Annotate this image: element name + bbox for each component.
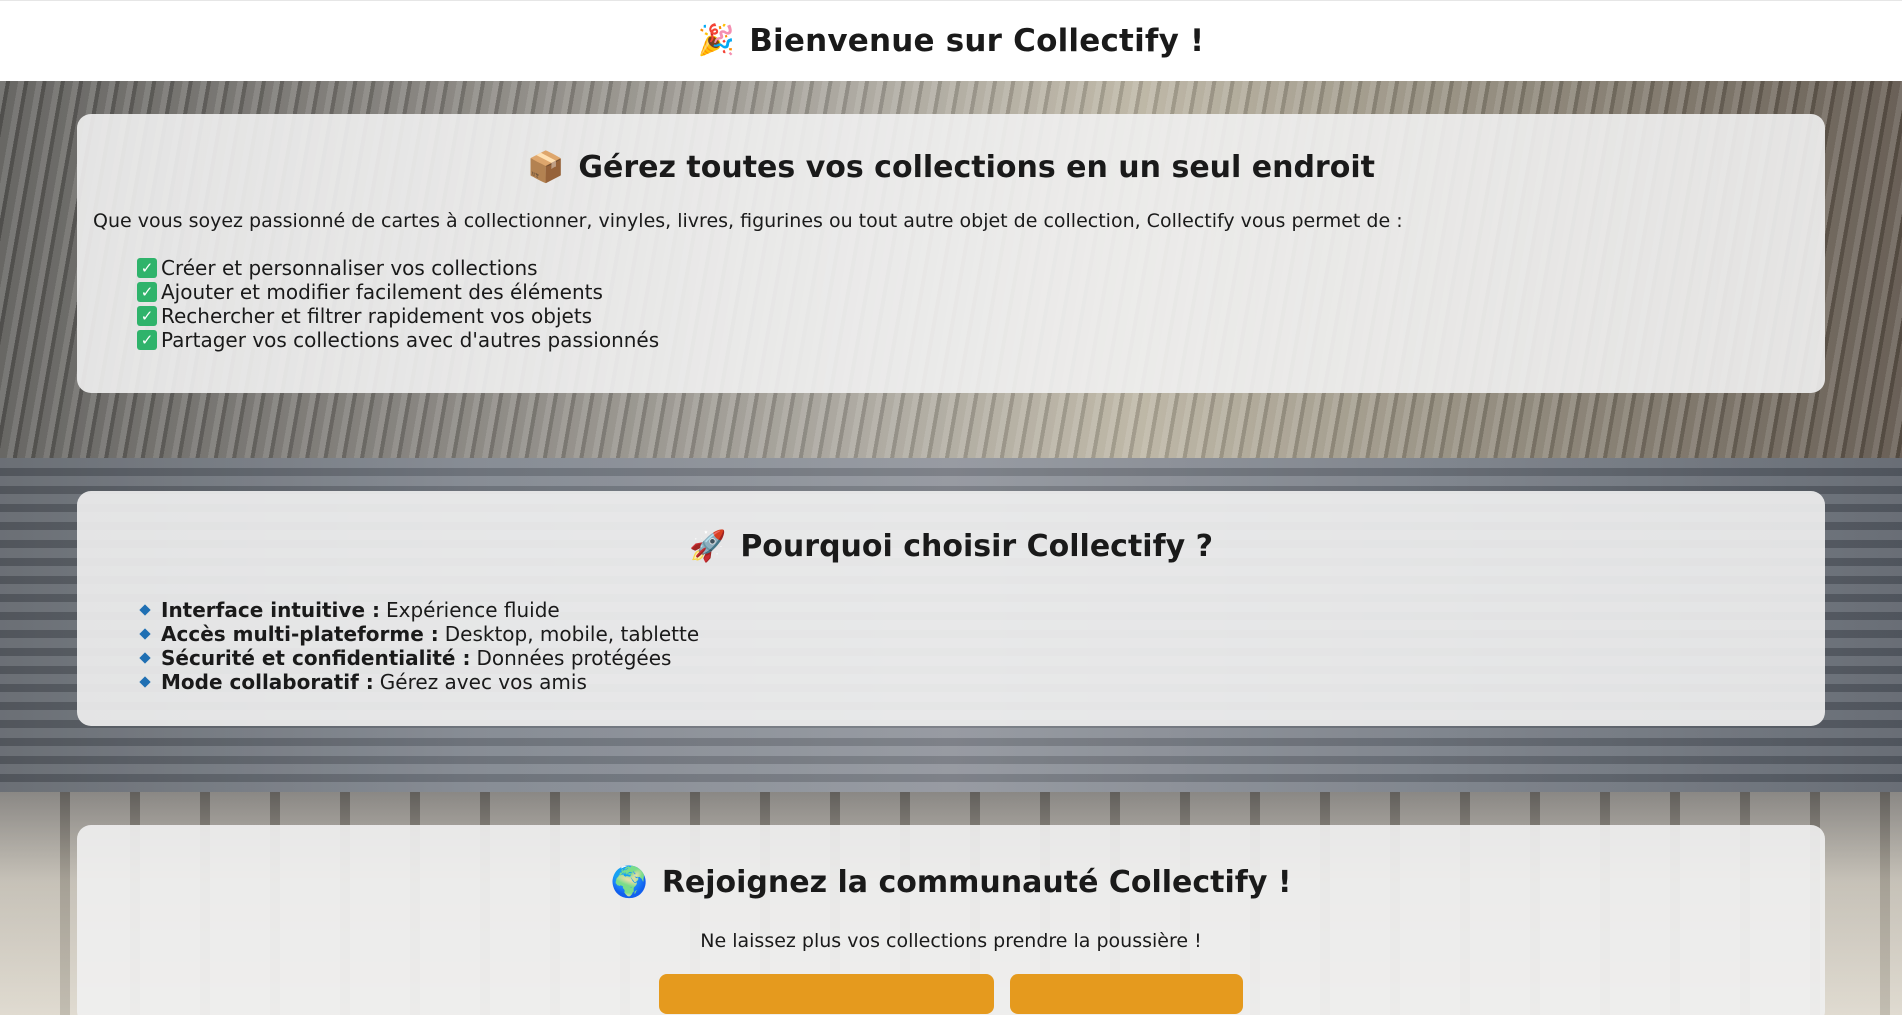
diamond-bullet-icon [139, 628, 151, 640]
list-item: ✓ Partager vos collections avec d'autres … [137, 328, 1809, 352]
join-tagline: Ne laissez plus vos collections prendre … [700, 930, 1202, 952]
page-title-text: Bienvenue sur Collectify ! [749, 23, 1205, 59]
manage-heading-text: Gérez toutes vos collections en un seul … [578, 150, 1375, 185]
list-item: Mode collaboratif : Gérez avec vos amis [137, 670, 1809, 694]
list-item: Sécurité et confidentialité : Données pro… [137, 646, 1809, 670]
list-item: ✓ Créer et personnaliser vos collections [137, 256, 1809, 280]
feature-text: Créer et personnaliser vos collections [161, 256, 538, 280]
globe-icon: 🌍 [610, 864, 648, 900]
list-item: Interface intuitive : Expérience fluide [137, 598, 1809, 622]
why-item-label: Interface intuitive : [161, 598, 380, 622]
why-section: 🚀 Pourquoi choisir Collectify ? Interfac… [0, 458, 1902, 792]
why-item-label: Mode collaboratif : [161, 670, 374, 694]
why-item-text: Données protégées [476, 646, 672, 670]
check-icon: ✓ [137, 330, 157, 350]
join-heading: 🌍 Rejoignez la communauté Collectify ! [93, 865, 1809, 900]
why-item-text: Gérez avec vos amis [379, 670, 587, 694]
check-icon: ✓ [137, 306, 157, 326]
why-heading-text: Pourquoi choisir Collectify ? [740, 529, 1214, 564]
why-item-label: Sécurité et confidentialité : [161, 646, 471, 670]
manage-section: 📦 Gérez toutes vos collections en un seu… [0, 81, 1902, 458]
join-card: 🌍 Rejoignez la communauté Collectify ! N… [77, 825, 1825, 1015]
manage-card: 📦 Gérez toutes vos collections en un seu… [77, 114, 1825, 393]
why-item-label: Accès multi-plateforme : [161, 622, 439, 646]
manage-heading: 📦 Gérez toutes vos collections en un seu… [93, 150, 1809, 185]
top-header: 🎉 Bienvenue sur Collectify ! [0, 0, 1902, 81]
why-list: Interface intuitive : Expérience fluide A… [137, 598, 1809, 694]
diamond-bullet-icon [139, 604, 151, 616]
why-card: 🚀 Pourquoi choisir Collectify ? Interfac… [77, 491, 1825, 726]
diamond-bullet-icon [139, 652, 151, 664]
list-item: Accès multi-plateforme : Desktop, mobile,… [137, 622, 1809, 646]
why-item-text: Desktop, mobile, tablette [444, 622, 700, 646]
join-heading-text: Rejoignez la communauté Collectify ! [661, 865, 1292, 900]
list-item: ✓ Ajouter et modifier facilement des élém… [137, 280, 1809, 304]
list-item: ✓ Rechercher et filtrer rapidement vos ob… [137, 304, 1809, 328]
primary-cta-button[interactable] [659, 974, 994, 1014]
rocket-icon: 🚀 [688, 528, 727, 564]
page-title: 🎉 Bienvenue sur Collectify ! [698, 23, 1205, 59]
feature-list: ✓ Créer et personnaliser vos collections … [137, 256, 1809, 352]
check-icon: ✓ [137, 282, 157, 302]
feature-text: Ajouter et modifier facilement des éléme… [161, 280, 603, 304]
diamond-bullet-icon [139, 676, 151, 688]
party-popper-icon: 🎉 [697, 23, 736, 58]
secondary-cta-button[interactable] [1010, 974, 1243, 1014]
manage-intro: Que vous soyez passionné de cartes à col… [93, 210, 1403, 232]
cta-row [93, 974, 1809, 1014]
why-heading: 🚀 Pourquoi choisir Collectify ? [93, 529, 1809, 564]
package-icon: 📦 [527, 149, 565, 185]
why-item-text: Expérience fluide [385, 598, 560, 622]
feature-text: Partager vos collections avec d'autres p… [161, 328, 660, 352]
check-icon: ✓ [137, 258, 157, 278]
join-section: 🌍 Rejoignez la communauté Collectify ! N… [0, 792, 1902, 1015]
feature-text: Rechercher et filtrer rapidement vos obj… [161, 304, 593, 328]
